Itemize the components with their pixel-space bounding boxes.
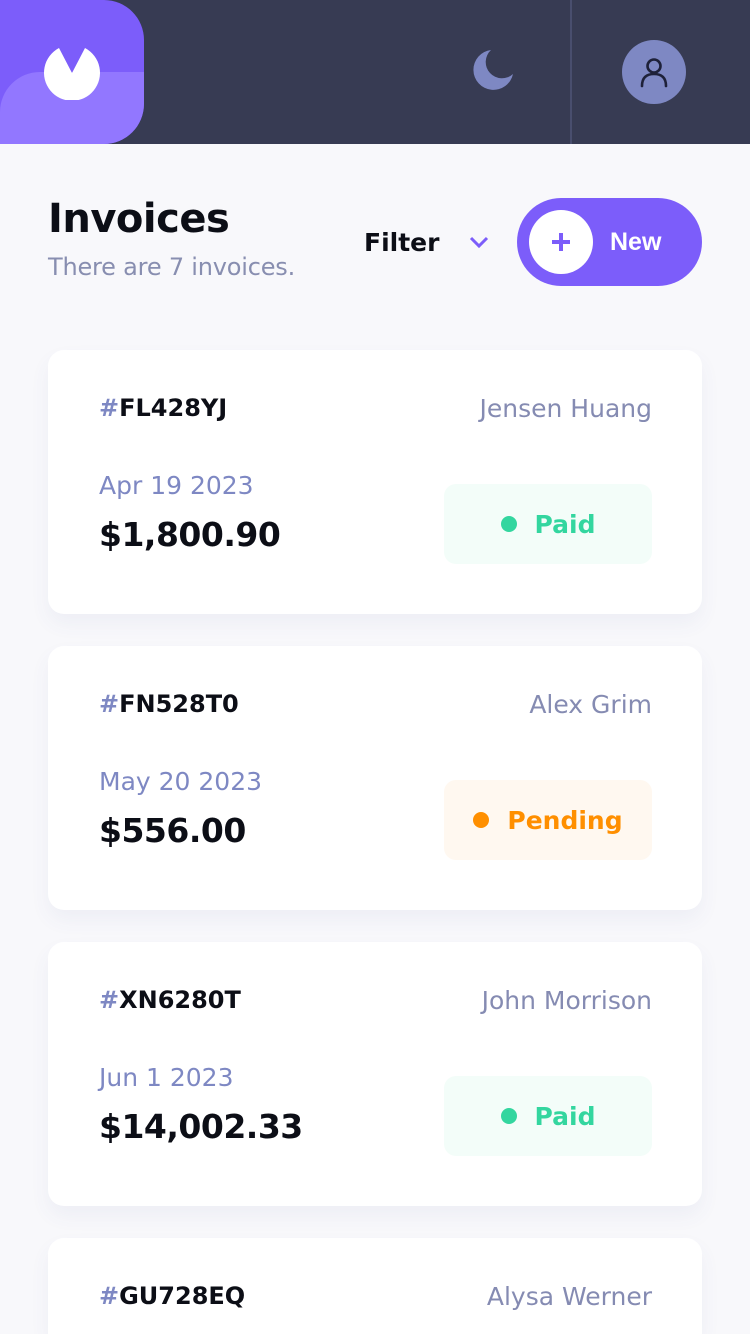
filter-label: Filter — [364, 227, 440, 257]
client-name: Alex Grim — [529, 690, 652, 719]
avatar[interactable] — [622, 40, 686, 104]
logo-icon — [44, 48, 100, 100]
client-name: John Morrison — [481, 986, 652, 1015]
due-date: Apr 19 2023 — [99, 471, 254, 500]
invoice-card[interactable]: #FL428YJ Jensen Huang Apr 19 2023 $1,800… — [48, 350, 702, 614]
status-badge: Paid — [444, 1076, 652, 1156]
top-bar — [0, 0, 750, 144]
invoice-id-hash: # — [99, 1282, 120, 1310]
moon-icon — [473, 50, 513, 90]
invoice-id-value: XN6280T — [119, 986, 241, 1014]
invoice-card[interactable]: #GU728EQ Alysa Werner — [48, 1238, 702, 1334]
due-date: Jun 1 2023 — [99, 1063, 234, 1092]
filter-dropdown[interactable]: Filter — [364, 222, 489, 262]
status-label: Pending — [507, 805, 623, 835]
invoice-id-value: GU728EQ — [119, 1282, 246, 1310]
client-name: Alysa Werner — [486, 1282, 652, 1311]
header-divider — [570, 0, 572, 144]
app-logo[interactable] — [0, 0, 144, 144]
invoice-card[interactable]: #FN528T0 Alex Grim May 20 2023 $556.00 P… — [48, 646, 702, 910]
new-invoice-label: New — [610, 227, 662, 256]
status-dot — [500, 516, 517, 532]
plus-circle — [529, 210, 593, 274]
invoice-card[interactable]: #XN6280T John Morrison Jun 1 2023 $14,00… — [48, 942, 702, 1206]
page-title: Invoices — [48, 196, 230, 242]
status-label: Paid — [534, 1101, 596, 1131]
status-dot — [473, 812, 490, 828]
invoice-id-value: FL428YJ — [119, 394, 228, 422]
client-name: Jensen Huang — [479, 394, 652, 423]
status-label: Paid — [534, 509, 596, 539]
theme-toggle-button[interactable] — [468, 48, 518, 92]
invoice-id-hash: # — [99, 690, 120, 718]
invoice-amount: $1,800.90 — [99, 515, 281, 554]
invoice-amount: $14,002.33 — [99, 1107, 303, 1146]
chevron-down-icon — [470, 236, 489, 249]
invoice-id: #FN528T0 — [99, 690, 239, 718]
status-dot — [500, 1108, 517, 1124]
invoice-count: There are 7 invoices. — [48, 253, 296, 281]
status-badge: Pending — [444, 780, 652, 860]
invoice-id-hash: # — [99, 394, 120, 422]
new-invoice-button[interactable]: New — [517, 198, 702, 286]
invoice-id-value: FN528T0 — [119, 690, 239, 718]
invoice-id-hash: # — [99, 986, 120, 1014]
user-icon — [640, 58, 668, 88]
due-date: May 20 2023 — [99, 767, 263, 796]
invoice-id: #FL428YJ — [99, 394, 227, 422]
invoice-id: #GU728EQ — [99, 1282, 245, 1310]
invoice-id: #XN6280T — [99, 986, 241, 1014]
invoice-amount: $556.00 — [99, 811, 246, 850]
status-badge: Paid — [444, 484, 652, 564]
plus-icon — [552, 233, 570, 251]
